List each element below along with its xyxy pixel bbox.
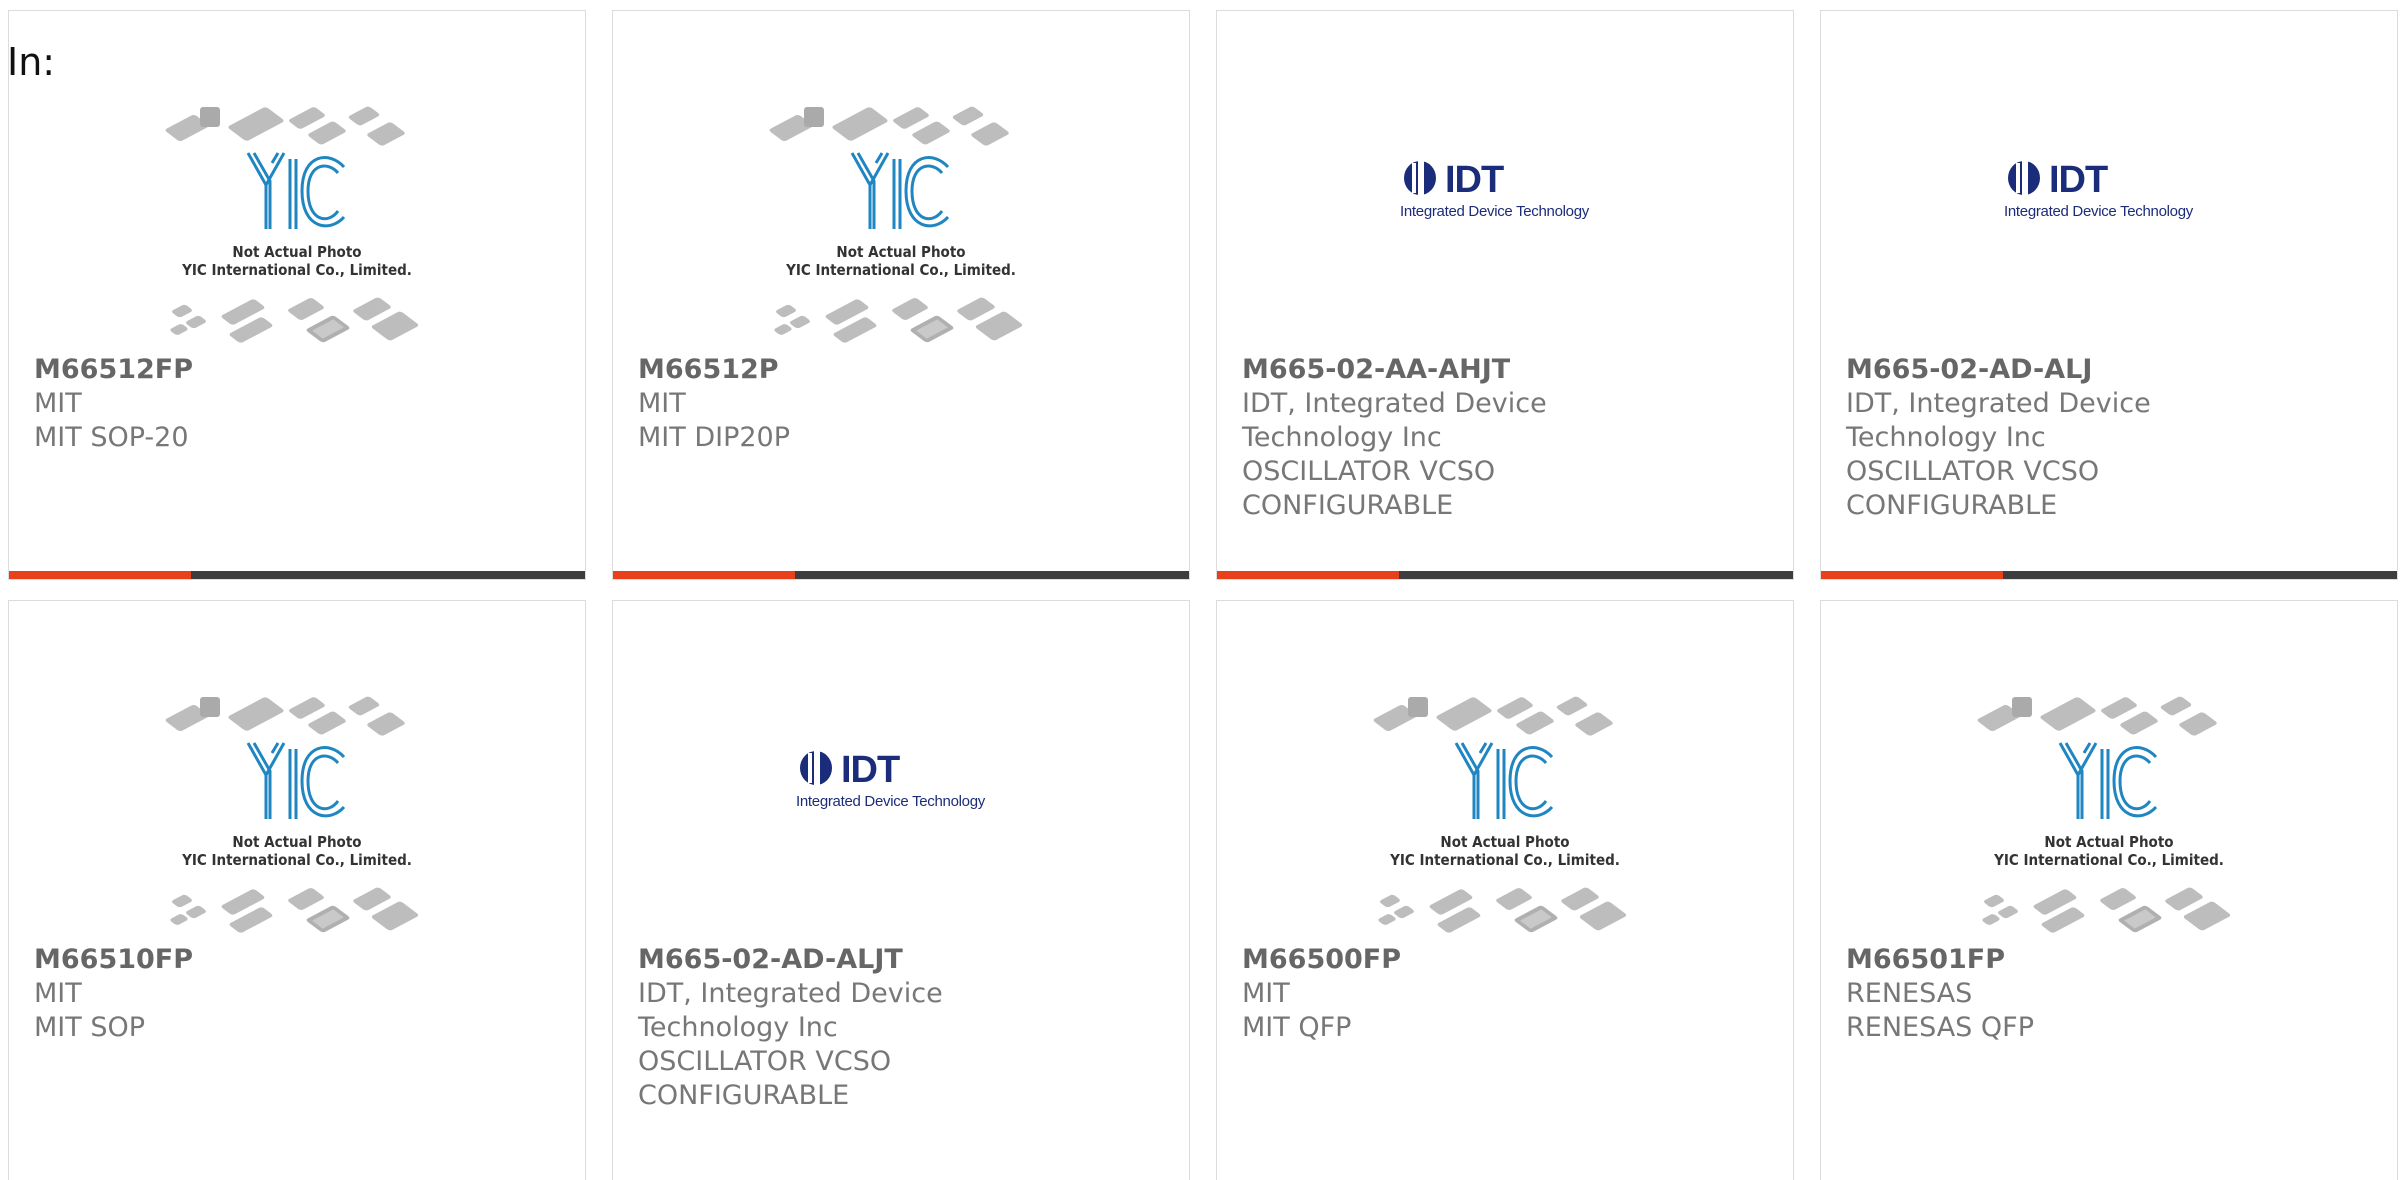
product-card[interactable]: Not Actual Photo YIC International Co., L… bbox=[8, 600, 586, 1180]
product-card[interactable]: Not Actual Photo YIC International Co., L… bbox=[8, 10, 586, 580]
manufacturer-text: MIT bbox=[34, 388, 82, 419]
idt-logo: IDT Integrated Device Technology bbox=[2004, 159, 2193, 220]
manufacturer-text: IDT, Integrated Device bbox=[1242, 388, 1547, 419]
product-card[interactable]: Not Actual Photo YIC International Co., L… bbox=[1216, 600, 1794, 1180]
manufacturer-text: MIT bbox=[1242, 978, 1290, 1009]
product-image[interactable]: IDT Integrated Device Technology bbox=[1217, 101, 1793, 351]
product-card[interactable]: IDT Integrated Device Technology M665-02… bbox=[1216, 10, 1794, 580]
part-number-link[interactable]: M66501FP bbox=[1846, 943, 2377, 977]
product-info: M665-02-AA-AHJT IDT, Integrated Device Tec… bbox=[1242, 353, 1773, 523]
part-number-link[interactable]: M66512FP bbox=[34, 353, 565, 387]
idt-logo-icon bbox=[2008, 159, 2040, 197]
yic-logo-icon bbox=[246, 152, 346, 229]
placeholder-photo: Not Actual Photo YIC International Co., L… bbox=[1370, 691, 1640, 941]
idt-logo-icon bbox=[800, 749, 832, 787]
product-card[interactable]: IDT Integrated Device Technology M665-02… bbox=[1820, 10, 2398, 580]
placeholder-caption: Not Actual Photo YIC International Co., L… bbox=[182, 243, 412, 279]
description-text: OSCILLATOR VCSO bbox=[638, 1046, 892, 1077]
product-card[interactable]: Not Actual Photo YIC International Co., L… bbox=[1820, 600, 2398, 1180]
product-info: M66512FP MIT MIT SOP-20 bbox=[34, 353, 565, 455]
part-number-link[interactable]: M66510FP bbox=[34, 943, 565, 977]
idt-logo: IDT Integrated Device Technology bbox=[1400, 159, 1589, 220]
card-footer-bar bbox=[1217, 571, 1793, 579]
placeholder-photo: Not Actual Photo YIC International Co., L… bbox=[162, 691, 432, 941]
placeholder-caption: Not Actual Photo YIC International Co., L… bbox=[182, 833, 412, 869]
card-accent-bar bbox=[9, 571, 191, 579]
description-text: MIT SOP-20 bbox=[34, 422, 189, 453]
description-text: Technology Inc bbox=[1846, 422, 2046, 453]
product-info: M66512P MIT MIT DIP20P bbox=[638, 353, 1169, 455]
part-number-link[interactable]: M66500FP bbox=[1242, 943, 1773, 977]
filter-label: In: bbox=[7, 40, 56, 84]
card-accent-bar bbox=[1217, 571, 1399, 579]
description-text: RENESAS QFP bbox=[1846, 1012, 2034, 1043]
product-info: M665-02-AD-ALJ IDT, Integrated Device Tech… bbox=[1846, 353, 2377, 523]
card-accent-bar bbox=[1821, 571, 2003, 579]
placeholder-photo: Not Actual Photo YIC International Co., L… bbox=[162, 101, 432, 351]
placeholder-caption: Not Actual Photo YIC International Co., L… bbox=[1994, 833, 2224, 869]
product-info: M66500FP MIT MIT QFP bbox=[1242, 943, 1773, 1045]
manufacturer-text: MIT bbox=[638, 388, 686, 419]
manufacturer-text: IDT, Integrated Device bbox=[1846, 388, 2151, 419]
placeholder-caption: Not Actual Photo YIC International Co., L… bbox=[786, 243, 1016, 279]
yic-logo-icon bbox=[2058, 742, 2158, 819]
manufacturer-text: MIT bbox=[34, 978, 82, 1009]
product-image[interactable]: Not Actual Photo YIC International Co., L… bbox=[9, 691, 585, 941]
idt-logo-icon bbox=[1404, 159, 1436, 197]
product-info: M66510FP MIT MIT SOP bbox=[34, 943, 565, 1045]
card-footer-bar bbox=[613, 571, 1189, 579]
product-image[interactable]: Not Actual Photo YIC International Co., L… bbox=[9, 101, 585, 351]
description-text: MIT DIP20P bbox=[638, 422, 791, 453]
product-image[interactable]: IDT Integrated Device Technology bbox=[613, 691, 1189, 941]
description-text: MIT QFP bbox=[1242, 1012, 1352, 1043]
description-text: Technology Inc bbox=[638, 1012, 838, 1043]
yic-logo-icon bbox=[1454, 742, 1554, 819]
yic-logo-icon bbox=[246, 742, 346, 819]
description-text: OSCILLATOR VCSO bbox=[1846, 456, 2100, 487]
product-image[interactable]: Not Actual Photo YIC International Co., L… bbox=[613, 101, 1189, 351]
card-accent-bar bbox=[613, 571, 795, 579]
product-image[interactable]: IDT Integrated Device Technology bbox=[1821, 101, 2397, 351]
part-number-link[interactable]: M665-02-AA-AHJT bbox=[1242, 353, 1773, 387]
part-number-link[interactable]: M66512P bbox=[638, 353, 1169, 387]
yic-logo-icon bbox=[850, 152, 950, 229]
description-text: CONFIGURABLE bbox=[1242, 490, 1454, 521]
description-text: OSCILLATOR VCSO bbox=[1242, 456, 1496, 487]
description-text: CONFIGURABLE bbox=[638, 1080, 850, 1111]
product-card[interactable]: Not Actual Photo YIC International Co., L… bbox=[612, 10, 1190, 580]
product-info: M665-02-AD-ALJT IDT, Integrated Device Tec… bbox=[638, 943, 1169, 1113]
card-footer-bar bbox=[9, 571, 585, 579]
product-image[interactable]: Not Actual Photo YIC International Co., L… bbox=[1821, 691, 2397, 941]
product-image[interactable]: Not Actual Photo YIC International Co., L… bbox=[1217, 691, 1793, 941]
placeholder-caption: Not Actual Photo YIC International Co., L… bbox=[1390, 833, 1620, 869]
description-text: MIT SOP bbox=[34, 1012, 146, 1043]
idt-logo: IDT Integrated Device Technology bbox=[796, 749, 985, 810]
part-number-link[interactable]: M665-02-AD-ALJT bbox=[638, 943, 1169, 977]
description-text: Technology Inc bbox=[1242, 422, 1442, 453]
product-info: M66501FP RENESAS RENESAS QFP bbox=[1846, 943, 2377, 1045]
description-text: CONFIGURABLE bbox=[1846, 490, 2058, 521]
placeholder-photo: Not Actual Photo YIC International Co., L… bbox=[1974, 691, 2244, 941]
placeholder-photo: Not Actual Photo YIC International Co., L… bbox=[766, 101, 1036, 351]
product-card[interactable]: IDT Integrated Device Technology M665-02… bbox=[612, 600, 1190, 1180]
manufacturer-text: IDT, Integrated Device bbox=[638, 978, 943, 1009]
manufacturer-text: RENESAS bbox=[1846, 978, 1973, 1009]
part-number-link[interactable]: M665-02-AD-ALJ bbox=[1846, 353, 2377, 387]
card-footer-bar bbox=[1821, 571, 2397, 579]
